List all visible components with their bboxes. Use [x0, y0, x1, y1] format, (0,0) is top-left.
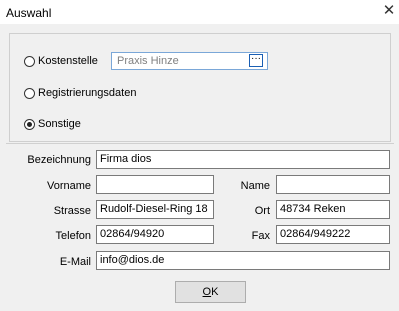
- strasse-field[interactable]: Rudolf-Diesel-Ring 18: [96, 200, 214, 219]
- radio-selected-dot: [27, 122, 32, 127]
- radio-kostenstelle[interactable]: [24, 56, 35, 67]
- ok-button-label: K: [211, 286, 219, 298]
- separator: [6, 143, 394, 144]
- ort-label: Ort: [254, 205, 270, 217]
- strasse-label: Strasse: [53, 205, 91, 217]
- ok-accelerator: O: [202, 286, 212, 298]
- ok-button[interactable]: OK: [175, 281, 246, 303]
- fax-label: Fax: [251, 230, 270, 242]
- email-field[interactable]: info@dios.de: [96, 251, 390, 270]
- close-icon[interactable]: ✕: [382, 3, 396, 19]
- telefon-field[interactable]: 02864/94920: [96, 225, 214, 244]
- name-field[interactable]: [276, 175, 390, 194]
- vorname-label: Vorname: [46, 180, 91, 192]
- radio-registrierungsdaten[interactable]: [24, 88, 35, 99]
- lookup-button[interactable]: ···: [249, 54, 263, 67]
- bezeichnung-label: Bezeichnung: [27, 154, 91, 166]
- kostenstelle-value: Praxis Hinze: [117, 55, 179, 67]
- fax-field[interactable]: 02864/949222: [276, 225, 390, 244]
- vorname-field[interactable]: [96, 175, 214, 194]
- telefon-label: Telefon: [55, 230, 91, 242]
- bezeichnung-field[interactable]: Firma dios: [96, 150, 390, 169]
- radio-sonstige-label: Sonstige: [38, 118, 81, 130]
- radio-kostenstelle-label: Kostenstelle: [38, 55, 98, 67]
- radio-sonstige[interactable]: [24, 119, 35, 130]
- email-label: E-Mail: [59, 256, 91, 268]
- name-label: Name: [240, 180, 270, 192]
- title-bar: [0, 0, 399, 24]
- ort-field[interactable]: 48734 Reken: [276, 200, 390, 219]
- kostenstelle-field[interactable]: Praxis Hinze ···: [111, 52, 268, 70]
- radio-registrierungsdaten-label: Registrierungsdaten: [38, 87, 137, 99]
- window-title: Auswahl: [6, 6, 52, 20]
